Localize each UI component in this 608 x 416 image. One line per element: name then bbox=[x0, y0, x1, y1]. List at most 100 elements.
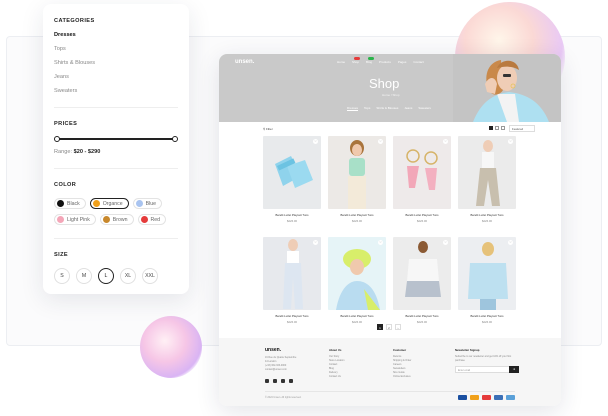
divider bbox=[54, 107, 178, 108]
slider-min-handle[interactable] bbox=[54, 136, 60, 142]
product-image[interactable]: ♡ bbox=[458, 136, 516, 209]
category-tab[interactable]: Sweaters bbox=[418, 106, 431, 110]
footer-customer-heading: Customer bbox=[393, 348, 407, 352]
color-option[interactable]: Red bbox=[137, 214, 167, 225]
category-tab[interactable]: Tops bbox=[364, 106, 370, 110]
category-tab[interactable]: Jeans bbox=[404, 106, 412, 110]
footer-logo[interactable]: unsen. bbox=[265, 347, 281, 353]
range-label: Range: bbox=[54, 149, 73, 155]
footer-address: 16 Rue du Quatre Septembre 44 Landon (+33)… bbox=[265, 356, 296, 372]
hero-model-image bbox=[453, 54, 561, 122]
product-title[interactable]: Bandit Lurlet Playsuit Tuns bbox=[393, 314, 451, 318]
product-card[interactable]: ♡ Bandit Lurlet Playsuit Tuns $226.00 bbox=[328, 136, 386, 232]
color-option[interactable]: Organce bbox=[89, 198, 129, 209]
wishlist-icon[interactable]: ♡ bbox=[378, 240, 383, 245]
product-card[interactable]: ♡ Bandit Lurlet Playsuit Tuns $226.00 bbox=[458, 237, 516, 333]
product-card[interactable]: ♡ Bandit Lurlet Playsuit Tuns $226.00 bbox=[328, 237, 386, 333]
size-option[interactable]: L bbox=[98, 268, 114, 284]
nav-item[interactable]: Products bbox=[379, 60, 391, 64]
color-option[interactable]: Black bbox=[54, 198, 86, 209]
product-price: $226.00 bbox=[481, 319, 493, 324]
product-card[interactable]: ♡ Bandit Lurlet Playsuit Tuns $226.00 bbox=[263, 237, 321, 333]
page-button[interactable]: › bbox=[395, 324, 401, 330]
wishlist-icon[interactable]: ♡ bbox=[378, 139, 383, 144]
product-image[interactable]: ♡ bbox=[328, 237, 386, 310]
nav-item[interactable]: Contact bbox=[413, 60, 423, 64]
size-option[interactable]: XXL bbox=[142, 268, 158, 284]
page-button[interactable]: 2 bbox=[386, 324, 392, 330]
page-button[interactable]: 1 bbox=[377, 324, 383, 330]
prices-heading: PRICES bbox=[54, 121, 78, 127]
color-option[interactable]: Brown bbox=[99, 214, 134, 225]
product-title[interactable]: Bandit Lurlet Playsuit Tuns bbox=[458, 213, 516, 217]
grid-view-icon[interactable] bbox=[495, 126, 499, 130]
filter-toggle[interactable]: ⚲ Filter bbox=[263, 127, 273, 131]
range-value: $20 - $290 bbox=[73, 149, 101, 155]
product-grid: ♡ Bandit Lurlet Playsuit Tuns $226.00 ♡ Band… bbox=[263, 136, 517, 333]
nav-item[interactable]: Home bbox=[337, 60, 345, 64]
payment-card-icon bbox=[506, 395, 515, 400]
product-title[interactable]: Bandit Lurlet Playsuit Tuns bbox=[328, 213, 386, 217]
category-item[interactable]: Sweaters bbox=[54, 88, 178, 94]
category-item[interactable]: Jeans bbox=[54, 74, 178, 80]
wishlist-icon[interactable]: ♡ bbox=[443, 139, 448, 144]
wishlist-icon[interactable]: ♡ bbox=[508, 240, 513, 245]
wishlist-icon[interactable]: ♡ bbox=[443, 240, 448, 245]
instagram-icon[interactable] bbox=[281, 379, 285, 383]
product-price: $226.00 bbox=[416, 319, 428, 324]
size-option[interactable]: S bbox=[54, 268, 70, 284]
divider bbox=[54, 238, 178, 239]
product-image[interactable]: ♡ bbox=[458, 237, 516, 310]
footer-about-link[interactable]: Contact Us bbox=[329, 375, 344, 379]
category-item[interactable]: Tops bbox=[54, 46, 178, 52]
product-card[interactable]: ♡ Bandit Lurlet Playsuit Tuns $226.00 bbox=[393, 136, 451, 232]
sort-select[interactable]: Featured bbox=[509, 125, 535, 132]
category-tab[interactable]: Dresses bbox=[347, 106, 358, 110]
address-line: contact@unsen.com bbox=[265, 368, 287, 371]
payment-card-icon bbox=[458, 395, 467, 400]
wishlist-icon[interactable]: ♡ bbox=[313, 139, 318, 144]
category-item[interactable]: Shirts & Blouses bbox=[54, 60, 178, 66]
site-logo[interactable]: unsen. bbox=[235, 59, 254, 65]
color-swatch bbox=[135, 200, 143, 207]
color-label: Brown bbox=[112, 216, 128, 223]
product-image[interactable]: ♡ bbox=[263, 237, 321, 310]
newsletter-submit-button[interactable]: ➔ bbox=[509, 366, 519, 373]
product-image[interactable]: ♡ bbox=[328, 136, 386, 209]
product-title[interactable]: Bandit Lurlet Playsuit Tuns bbox=[458, 314, 516, 318]
size-option[interactable]: M bbox=[76, 268, 92, 284]
product-title[interactable]: Bandit Lurlet Playsuit Tuns bbox=[328, 314, 386, 318]
nav-item[interactable]: Pages bbox=[398, 60, 407, 64]
divider bbox=[54, 168, 178, 169]
footer-customer-link[interactable]: Online Exclusive bbox=[393, 375, 411, 379]
product-title[interactable]: Bandit Lurlet Playsuit Tuns bbox=[263, 314, 321, 318]
newsletter-email-input[interactable]: Enter email bbox=[455, 366, 513, 373]
facebook-icon[interactable] bbox=[273, 379, 277, 383]
grid-view-icon[interactable] bbox=[489, 126, 493, 130]
twitter-icon[interactable] bbox=[265, 379, 269, 383]
product-title[interactable]: Bandit Lurlet Playsuit Tuns bbox=[263, 213, 321, 217]
youtube-icon[interactable] bbox=[289, 379, 293, 383]
product-image[interactable]: ♡ bbox=[393, 136, 451, 209]
product-card[interactable]: ♡ Bandit Lurlet Playsuit Tuns $226.00 bbox=[263, 136, 321, 232]
product-image[interactable]: ♡ bbox=[393, 237, 451, 310]
product-image[interactable]: ♡ bbox=[263, 136, 321, 209]
slider-max-handle[interactable] bbox=[172, 136, 178, 142]
product-title[interactable]: Bandit Lurlet Playsuit Tuns bbox=[393, 213, 451, 217]
product-card[interactable]: ♡ Bandit Lurlet Playsuit Tuns $226.00 bbox=[393, 237, 451, 333]
wishlist-icon[interactable]: ♡ bbox=[508, 139, 513, 144]
price-slider[interactable] bbox=[54, 136, 178, 142]
color-option[interactable]: Light Pink bbox=[54, 214, 96, 225]
category-tab[interactable]: Shirts & Blouses bbox=[376, 106, 398, 110]
wishlist-icon[interactable]: ♡ bbox=[313, 240, 318, 245]
color-options: Black Organce Blue Light Pink Brown Red bbox=[54, 198, 178, 225]
color-option[interactable]: Blue bbox=[132, 198, 162, 209]
nav-item[interactable]: Shop bbox=[352, 57, 361, 64]
category-item[interactable]: Dresses bbox=[54, 32, 178, 38]
product-card[interactable]: ♡ Bandit Lurlet Playsuit Tuns $226.00 bbox=[458, 136, 516, 232]
list-view-icon[interactable] bbox=[501, 126, 505, 130]
nav-item[interactable]: Blog bbox=[366, 57, 375, 64]
size-option[interactable]: XL bbox=[120, 268, 136, 284]
slider-track bbox=[56, 138, 176, 140]
color-swatch bbox=[140, 216, 148, 223]
